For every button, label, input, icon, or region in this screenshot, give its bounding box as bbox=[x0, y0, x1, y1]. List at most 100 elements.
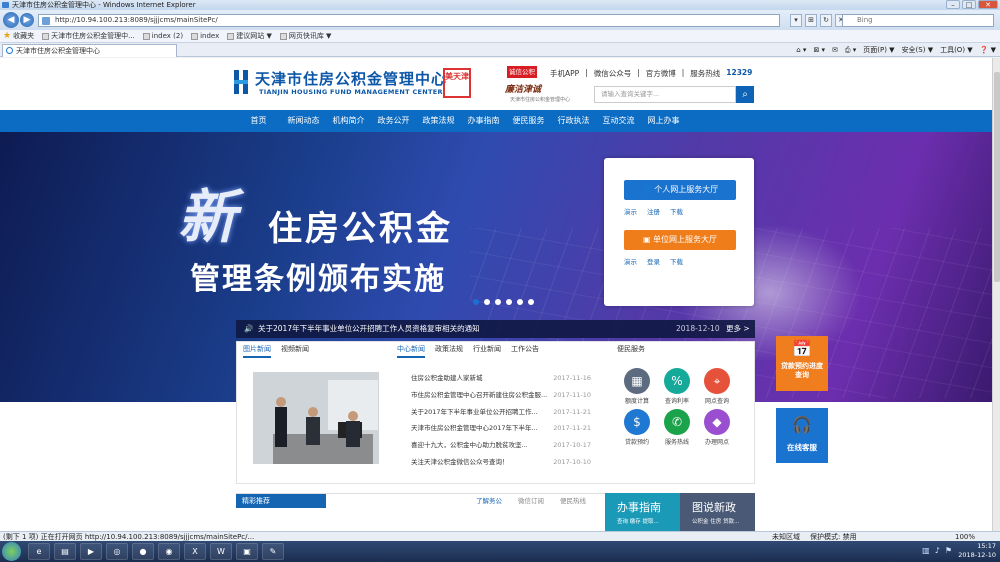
site-title[interactable]: 天津市住房公积金管理中心 bbox=[255, 68, 447, 89]
menu-help[interactable]: ❓ ▼ bbox=[980, 44, 996, 56]
app-taskbar-icon[interactable]: ◎ bbox=[106, 543, 128, 560]
convenience-item[interactable]: $ 贷款预约 bbox=[617, 409, 657, 446]
unit-demo-link[interactable]: 演示 bbox=[624, 256, 637, 266]
online-support-button[interactable]: 🎧 在线客服 bbox=[776, 408, 828, 463]
url-field[interactable]: http://10.94.100.213:8089/sjjjcms/mainSi… bbox=[38, 14, 780, 27]
personal-register-link[interactable]: 注册 bbox=[647, 206, 660, 216]
policy-tile[interactable]: 图说新政 公积金 住房 贷款... bbox=[680, 493, 755, 531]
nav-online[interactable]: 网上办事 bbox=[641, 110, 686, 132]
app-link[interactable]: 手机APP bbox=[550, 68, 579, 79]
weibo-link[interactable]: 官方微博 bbox=[646, 68, 676, 79]
excel-taskbar-icon[interactable]: X bbox=[184, 543, 206, 560]
menu-tools[interactable]: 工具(O) ▼ bbox=[940, 44, 973, 56]
guide-tile[interactable]: 办事指南 查询 缴存 提取... bbox=[605, 493, 680, 531]
home-icon[interactable]: ⌂ ▾ bbox=[796, 44, 806, 56]
nav-service[interactable]: 便民服务 bbox=[506, 110, 551, 132]
site-search-input[interactable]: 请输入查询关键字... bbox=[594, 86, 736, 103]
carousel-dot[interactable] bbox=[495, 299, 501, 305]
nav-news[interactable]: 新闻动态 bbox=[281, 110, 326, 132]
folder-taskbar-icon[interactable]: ▤ bbox=[54, 543, 76, 560]
personal-service-button[interactable]: 👤 个人网上服务大厅 bbox=[624, 180, 736, 200]
tab-policy-news[interactable]: 政策法规 bbox=[435, 342, 463, 358]
tab-announcement[interactable]: 工作公告 bbox=[511, 342, 539, 358]
notice-text[interactable]: 关于2017年下半年事业单位公开招聘工作人员资格复审相关的通知 bbox=[258, 320, 480, 338]
mail-icon[interactable]: ✉ bbox=[832, 44, 838, 56]
nav-about[interactable]: 机构简介 bbox=[326, 110, 371, 132]
favorite-item[interactable]: index (2) bbox=[142, 30, 183, 43]
search-input[interactable]: Bing bbox=[842, 14, 994, 27]
minimize-button[interactable]: – bbox=[946, 0, 960, 9]
loan-progress-button[interactable]: 📅 贷款预约进度查询 bbox=[776, 336, 828, 391]
feeds-icon[interactable]: ⊠ ▾ bbox=[813, 44, 825, 56]
nav-home[interactable]: 首页 bbox=[236, 110, 281, 132]
favorite-item[interactable]: 建议网站 ▼ bbox=[227, 30, 272, 43]
convenience-title[interactable]: 便民服务 bbox=[617, 342, 645, 356]
convenience-item[interactable]: ◆ 办理网点 bbox=[697, 409, 737, 446]
convenience-item[interactable]: ⌖ 网点查询 bbox=[697, 368, 737, 405]
refresh-icon[interactable]: ↻ bbox=[820, 14, 832, 27]
tab-video-news[interactable]: 视频新闻 bbox=[281, 342, 309, 358]
selection-tab[interactable]: 了解务公 bbox=[476, 495, 502, 505]
close-button[interactable]: ✕ bbox=[978, 0, 998, 9]
forward-button[interactable]: ▶ bbox=[20, 13, 34, 27]
word-taskbar-icon[interactable]: W bbox=[210, 543, 232, 560]
nav-policy[interactable]: 政策法规 bbox=[416, 110, 461, 132]
browser-tab[interactable]: 天津市住房公积金管理中心 bbox=[2, 44, 177, 57]
start-button[interactable] bbox=[2, 542, 21, 561]
back-button[interactable]: ◀ bbox=[3, 12, 19, 28]
clock[interactable]: 15:17 2018-12-10 bbox=[958, 542, 996, 560]
chrome-taskbar-icon[interactable]: ● bbox=[132, 543, 154, 560]
notice-more-link[interactable]: 更多 > bbox=[726, 320, 750, 338]
carousel-dot[interactable] bbox=[517, 299, 523, 305]
menu-safety[interactable]: 安全(S) ▼ bbox=[902, 44, 934, 56]
carousel-dot[interactable] bbox=[506, 299, 512, 305]
volume-icon[interactable]: ♪ bbox=[935, 546, 940, 555]
firefox-taskbar-icon[interactable]: ◉ bbox=[158, 543, 180, 560]
news-row[interactable]: 关于2017年下半年事业单位公开招聘工作... 2017-11-21 bbox=[411, 404, 591, 421]
maximize-button[interactable]: □ bbox=[962, 0, 976, 9]
convenience-item[interactable]: ▦ 额度计算 bbox=[617, 368, 657, 405]
news-photo[interactable] bbox=[253, 372, 379, 464]
carousel-dot[interactable] bbox=[484, 299, 490, 305]
favorites-button[interactable]: ★ 收藏夹 bbox=[3, 30, 34, 43]
network-icon[interactable]: ▥ bbox=[922, 546, 930, 555]
compat-icon[interactable]: ⊞ bbox=[805, 14, 817, 27]
menu-page[interactable]: 页面(P) ▼ bbox=[863, 44, 894, 56]
personal-demo-link[interactable]: 演示 bbox=[624, 206, 637, 216]
carousel-dot[interactable] bbox=[473, 299, 479, 305]
news-row[interactable]: 住房公积金助建人家新城 2017-11-16 bbox=[411, 370, 591, 387]
unit-login-link[interactable]: 登录 bbox=[647, 256, 660, 266]
dropdown-icon[interactable]: ▾ bbox=[790, 14, 802, 27]
nav-interact[interactable]: 互动交流 bbox=[596, 110, 641, 132]
selection-tab[interactable]: 微信订阅 bbox=[518, 495, 544, 505]
favorite-item[interactable]: 网页快讯库 ▼ bbox=[279, 30, 331, 43]
vertical-scrollbar[interactable] bbox=[992, 58, 1000, 531]
media-taskbar-icon[interactable]: ▶ bbox=[80, 543, 102, 560]
news-row[interactable]: 天津市住房公积金管理中心2017年下半年... 2017-11-21 bbox=[411, 420, 591, 437]
window-taskbar-icon[interactable]: ▣ bbox=[236, 543, 258, 560]
news-row[interactable]: 关注天津公积金微信公众号查询！ 2017-10-10 bbox=[411, 454, 591, 471]
nav-guide[interactable]: 办事指南 bbox=[461, 110, 506, 132]
flag-icon[interactable]: ⚑ bbox=[945, 546, 952, 555]
tab-industry-news[interactable]: 行业新闻 bbox=[473, 342, 501, 358]
print-icon[interactable]: ⎙ ▾ bbox=[845, 44, 856, 56]
tab-center-news[interactable]: 中心新闻 bbox=[397, 342, 425, 358]
personal-download-link[interactable]: 下载 bbox=[670, 206, 683, 216]
convenience-item[interactable]: ✆ 服务热线 bbox=[657, 409, 697, 446]
carousel-dot[interactable] bbox=[528, 299, 534, 305]
nav-law[interactable]: 行政执法 bbox=[551, 110, 596, 132]
convenience-item[interactable]: % 查询利率 bbox=[657, 368, 697, 405]
news-row[interactable]: 喜迎十九大，公积金中心助力脱贫攻坚... 2017-10-17 bbox=[411, 437, 591, 454]
news-row[interactable]: 市住房公积金管理中心召开新建住房公积金服... 2017-11-10 bbox=[411, 387, 591, 404]
wechat-link[interactable]: 微信公众号 bbox=[594, 68, 632, 79]
favorite-item[interactable]: index bbox=[191, 30, 219, 43]
favorite-item[interactable]: 天津市住房公积金管理中... bbox=[42, 30, 135, 43]
unit-download-link[interactable]: 下载 bbox=[670, 256, 683, 266]
notes-taskbar-icon[interactable]: ✎ bbox=[262, 543, 284, 560]
ie-taskbar-icon[interactable]: e bbox=[28, 543, 50, 560]
scroll-thumb[interactable] bbox=[994, 72, 1000, 282]
site-search-button[interactable]: ⌕ bbox=[736, 86, 754, 103]
nav-public[interactable]: 政务公开 bbox=[371, 110, 416, 132]
unit-service-button[interactable]: ▣ 单位网上服务大厅 bbox=[624, 230, 736, 250]
tab-photo-news[interactable]: 图片新闻 bbox=[243, 342, 271, 358]
